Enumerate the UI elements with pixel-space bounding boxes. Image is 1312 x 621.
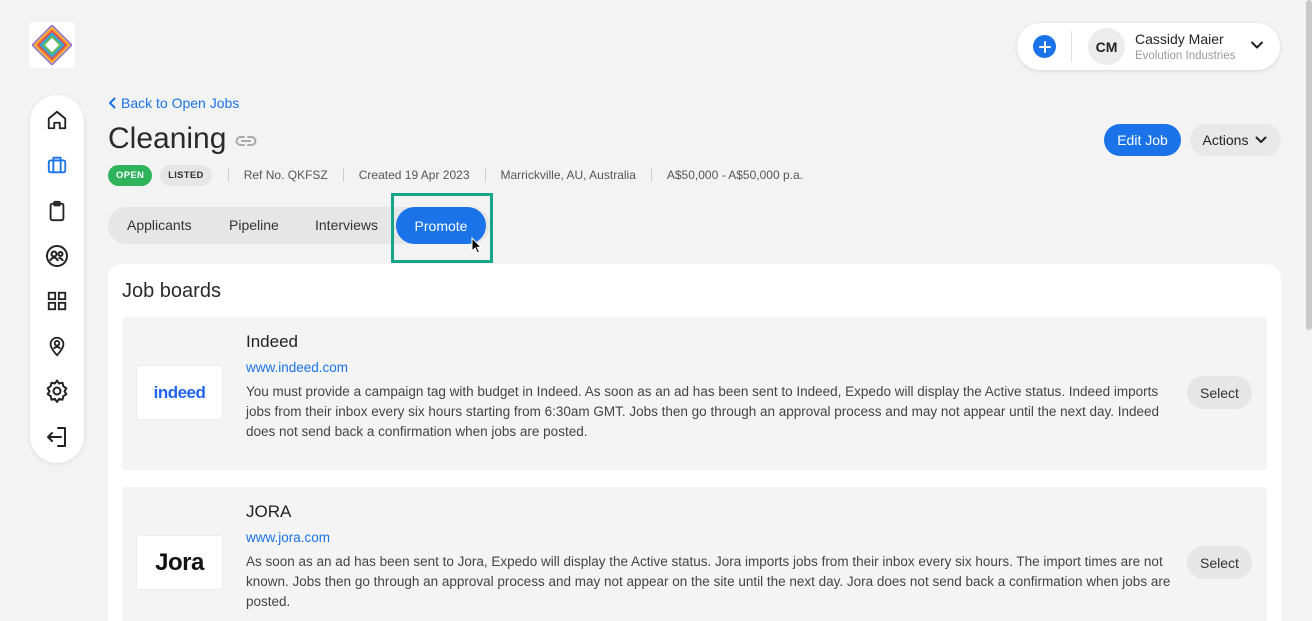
divider bbox=[342, 168, 344, 182]
select-button[interactable]: Select bbox=[1187, 546, 1252, 579]
cursor-icon bbox=[471, 236, 483, 260]
job-board-card: indeed Indeed www.indeed.com You must pr… bbox=[122, 317, 1267, 470]
jora-logo-text: Jora bbox=[155, 548, 204, 576]
salary-range: A$50,000 - A$50,000 p.a. bbox=[666, 168, 803, 182]
divider bbox=[227, 168, 229, 182]
gear-icon[interactable] bbox=[45, 379, 69, 403]
board-description: You must provide a campaign tag with bud… bbox=[246, 384, 1159, 439]
add-button[interactable] bbox=[1033, 35, 1056, 58]
scrollbar[interactable] bbox=[1306, 0, 1312, 330]
plus-icon bbox=[1038, 40, 1051, 53]
tab-pipeline[interactable]: Pipeline bbox=[229, 207, 279, 244]
divider bbox=[650, 168, 652, 182]
chevron-left-icon bbox=[109, 97, 116, 109]
status-badge-listed: LISTED bbox=[160, 164, 212, 186]
page-title: Cleaning bbox=[108, 122, 227, 155]
briefcase-icon[interactable] bbox=[45, 153, 69, 177]
app-logo[interactable] bbox=[29, 22, 75, 68]
avatar[interactable]: CM bbox=[1088, 28, 1125, 65]
created-date: Created 19 Apr 2023 bbox=[358, 168, 470, 182]
users-icon[interactable] bbox=[45, 244, 69, 268]
board-description: As soon as an ad has been sent to Jora, … bbox=[246, 554, 1171, 609]
select-button[interactable]: Select bbox=[1187, 376, 1252, 409]
actions-label: Actions bbox=[1202, 132, 1249, 148]
user-menu[interactable]: CM Cassidy Maier Evolution Industries bbox=[1017, 23, 1280, 70]
logo-icon bbox=[32, 25, 72, 65]
grid-icon[interactable] bbox=[45, 289, 69, 313]
sidebar-nav bbox=[30, 95, 84, 463]
job-boards-panel: Job boards indeed Indeed www.indeed.com … bbox=[108, 264, 1281, 621]
job-board-card: Jora JORA www.jora.com As soon as an ad … bbox=[122, 487, 1267, 621]
back-link-label: Back to Open Jobs bbox=[121, 95, 240, 111]
divider bbox=[1071, 31, 1072, 62]
user-name: Cassidy Maier bbox=[1135, 31, 1224, 47]
jora-logo: Jora bbox=[136, 535, 223, 590]
section-title: Job boards bbox=[122, 280, 221, 302]
tab-applicants[interactable]: Applicants bbox=[127, 207, 192, 244]
board-url-link[interactable]: www.jora.com bbox=[246, 530, 330, 545]
home-icon[interactable] bbox=[45, 108, 69, 132]
job-location: Marrickville, AU, Australia bbox=[500, 168, 636, 182]
chevron-down-icon bbox=[1255, 136, 1267, 143]
indeed-logo-text: indeed bbox=[153, 382, 206, 402]
tab-interviews[interactable]: Interviews bbox=[315, 207, 378, 244]
job-meta: OPEN LISTED Ref No. QKFSZ Created 19 Apr… bbox=[108, 164, 803, 186]
back-link[interactable]: Back to Open Jobs bbox=[108, 95, 239, 111]
actions-button[interactable]: Actions bbox=[1190, 124, 1281, 156]
link-icon[interactable] bbox=[234, 134, 258, 153]
ref-number: Ref No. QKFSZ bbox=[243, 168, 328, 182]
board-name: JORA bbox=[246, 502, 292, 521]
board-url-link[interactable]: www.indeed.com bbox=[246, 360, 348, 375]
chevron-down-icon[interactable] bbox=[1249, 37, 1265, 58]
user-company: Evolution Industries bbox=[1135, 50, 1236, 62]
clipboard-icon[interactable] bbox=[45, 199, 69, 223]
status-badge-open: OPEN bbox=[108, 164, 153, 186]
location-icon[interactable] bbox=[45, 334, 69, 358]
indeed-logo: indeed bbox=[136, 365, 223, 420]
logout-icon[interactable] bbox=[45, 425, 69, 449]
divider bbox=[484, 168, 486, 182]
edit-job-button[interactable]: Edit Job bbox=[1104, 124, 1181, 156]
board-name: Indeed bbox=[246, 332, 298, 351]
